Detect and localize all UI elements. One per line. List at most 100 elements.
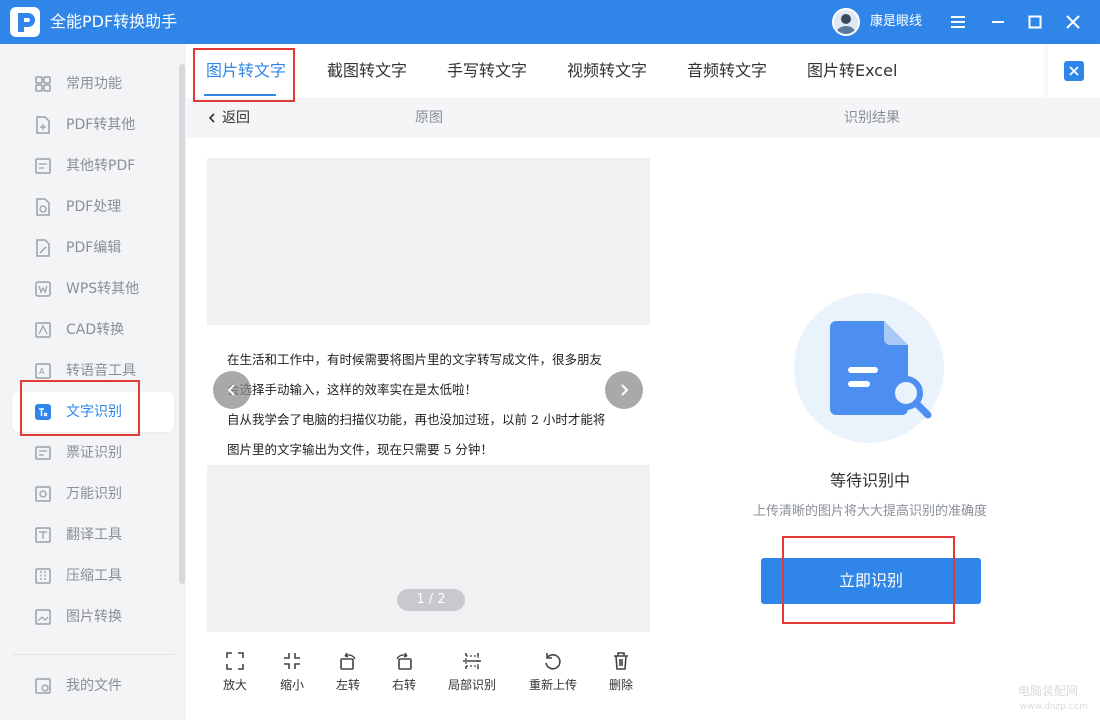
rotate-left-label: 左转 xyxy=(335,678,360,692)
sidebar-item-pdf-to-other[interactable]: PDF转其他 xyxy=(12,105,174,145)
partial-ocr-button[interactable]: 局部识别 xyxy=(442,650,502,700)
sidebar-item-label: CAD转换 xyxy=(66,322,125,338)
pdf-process-icon xyxy=(34,198,52,216)
zoom-in-button[interactable]: 放大 xyxy=(205,650,265,700)
user-avatar[interactable] xyxy=(832,8,860,36)
collapse-icon xyxy=(281,650,303,672)
grid-icon xyxy=(34,75,52,93)
rotate-right-icon xyxy=(393,650,415,672)
chevron-left-icon xyxy=(208,113,215,123)
sidebar-divider xyxy=(12,654,174,655)
expand-icon xyxy=(224,650,246,672)
sidebar-item-compress[interactable]: 压缩工具 xyxy=(12,556,174,596)
delete-button[interactable]: 删除 xyxy=(591,650,651,700)
delete-label: 删除 xyxy=(608,678,633,692)
sidebar-item-cad-convert[interactable]: CAD转换 xyxy=(12,310,174,350)
chevron-right-icon xyxy=(621,384,629,396)
page-indicator: 1 / 2 xyxy=(397,589,465,611)
ticket-icon xyxy=(34,444,52,462)
pdf-import-icon xyxy=(34,157,52,175)
doc-text-line: 在生活和工作中，有时候需要将图片里的文字转写成文件，很多朋友 xyxy=(227,352,603,367)
tab-bar: 图片转文字 截图转文字 手写转文字 视频转文字 音频转文字 图片转Excel xyxy=(186,44,1048,98)
pdf-export-icon xyxy=(34,116,52,134)
hamburger-icon xyxy=(951,16,965,28)
back-button[interactable]: 返回 xyxy=(206,108,250,128)
wps-icon xyxy=(34,280,52,298)
tab-screenshot-to-text[interactable]: 截图转文字 xyxy=(327,60,407,82)
ocr-icon xyxy=(34,403,52,421)
minimize-button[interactable] xyxy=(986,10,1010,34)
watermark: 电脑装配网 xyxy=(1018,684,1079,698)
image-toolbar: 放大 缩小 左转 右转 局部识别 重新上传 删除 xyxy=(207,640,650,704)
panel-close-area xyxy=(1048,44,1100,98)
crop-select-icon xyxy=(461,650,483,672)
tab-video-to-text[interactable]: 视频转文字 xyxy=(567,60,647,82)
menu-button[interactable] xyxy=(946,10,970,34)
recognition-hint: 上传清晰的图片将大大提高识别的准确度 xyxy=(752,504,987,519)
title-bar: 全能PDF转换助手 康是眼线 xyxy=(0,0,1100,44)
doc-text-line: 会选择手动输入，这样的效率实在是太低啦！ xyxy=(227,382,478,397)
my-files-icon xyxy=(34,677,52,695)
document-image: 在生活和工作中，有时候需要将图片里的文字转写成文件，很多朋友 会选择手动输入，这… xyxy=(207,325,650,465)
maximize-button[interactable] xyxy=(1023,10,1047,34)
sidebar-item-label: PDF处理 xyxy=(66,199,122,215)
watermark-url: www.dnzp.com xyxy=(1020,702,1089,712)
sub-header: 返回 原图 识别结果 xyxy=(186,98,1100,138)
image-preview: 在生活和工作中，有时候需要将图片里的文字转写成文件，很多朋友 会选择手动输入，这… xyxy=(207,158,650,632)
username[interactable]: 康是眼线 xyxy=(870,13,922,31)
tab-audio-to-text[interactable]: 音频转文字 xyxy=(687,60,767,82)
sidebar-item-ocr[interactable]: 文字识别 xyxy=(12,392,174,432)
sidebar-item-label: PDF转其他 xyxy=(66,117,136,133)
tab-handwriting-to-text[interactable]: 手写转文字 xyxy=(447,60,527,82)
sidebar-item-other-to-pdf[interactable]: 其他转PDF xyxy=(12,146,174,186)
document-search-illustration-icon xyxy=(794,293,944,443)
sidebar-item-label: 压缩工具 xyxy=(66,568,122,584)
active-tab-indicator xyxy=(204,94,276,96)
rotate-left-button[interactable]: 左转 xyxy=(318,650,378,700)
sidebar-scrollbar[interactable] xyxy=(179,64,185,584)
sidebar-item-common[interactable]: 常用功能 xyxy=(12,64,174,104)
sidebar-item-label: WPS转其他 xyxy=(66,281,140,297)
doc-text-line: 自从我学会了电脑的扫描仪功能，再也没加过班，以前 2 小时才能将 xyxy=(227,412,606,427)
close-window-button[interactable] xyxy=(1061,10,1085,34)
sidebar-item-pdf-edit[interactable]: PDF编辑 xyxy=(12,228,174,268)
app-title: 全能PDF转换助手 xyxy=(50,12,178,31)
tab-image-to-text[interactable]: 图片转文字 xyxy=(206,60,286,82)
compress-icon xyxy=(34,567,52,585)
sidebar-item-my-files[interactable]: 我的文件 xyxy=(12,666,174,706)
translate-icon xyxy=(34,526,52,544)
sidebar-item-wps-to-other[interactable]: WPS转其他 xyxy=(12,269,174,309)
sidebar-item-label: 我的文件 xyxy=(66,678,122,694)
zoom-in-label: 放大 xyxy=(222,678,247,692)
pdf-edit-icon xyxy=(34,239,52,257)
result-column-label: 识别结果 xyxy=(844,110,900,126)
sidebar-item-label: 文字识别 xyxy=(66,404,122,420)
sidebar-item-label: PDF编辑 xyxy=(66,240,122,256)
zoom-out-label: 缩小 xyxy=(279,678,304,692)
refresh-icon xyxy=(542,650,564,672)
sidebar-item-label: 万能识别 xyxy=(66,486,122,502)
close-panel-button[interactable] xyxy=(1064,61,1084,81)
reupload-button[interactable]: 重新上传 xyxy=(523,650,583,700)
sidebar-item-label: 票证识别 xyxy=(66,445,122,461)
tab-image-to-excel[interactable]: 图片转Excel xyxy=(807,60,897,82)
sidebar-item-speech-tools[interactable]: A 转语音工具 xyxy=(12,351,174,391)
sidebar-item-ticket-ocr[interactable]: 票证识别 xyxy=(12,433,174,473)
sidebar-item-universal-ocr[interactable]: 万能识别 xyxy=(12,474,174,514)
maximize-icon xyxy=(1028,15,1042,29)
minimize-icon xyxy=(992,21,1004,23)
recognize-now-button[interactable]: 立即识别 xyxy=(761,558,981,604)
sidebar-item-pdf-process[interactable]: PDF处理 xyxy=(12,187,174,227)
sidebar-item-label: 其他转PDF xyxy=(66,158,136,174)
image-convert-icon xyxy=(34,608,52,626)
rotate-left-icon xyxy=(337,650,359,672)
sidebar-item-translate[interactable]: 翻译工具 xyxy=(12,515,174,555)
next-image-button[interactable] xyxy=(605,371,643,409)
prev-image-button[interactable] xyxy=(213,371,251,409)
sidebar-item-label: 常用功能 xyxy=(66,76,122,92)
rotate-right-button[interactable]: 右转 xyxy=(374,650,434,700)
zoom-out-button[interactable]: 缩小 xyxy=(262,650,322,700)
sidebar-item-image-convert[interactable]: 图片转换 xyxy=(12,597,174,637)
reupload-label: 重新上传 xyxy=(528,678,577,692)
app-logo-icon xyxy=(10,7,40,37)
